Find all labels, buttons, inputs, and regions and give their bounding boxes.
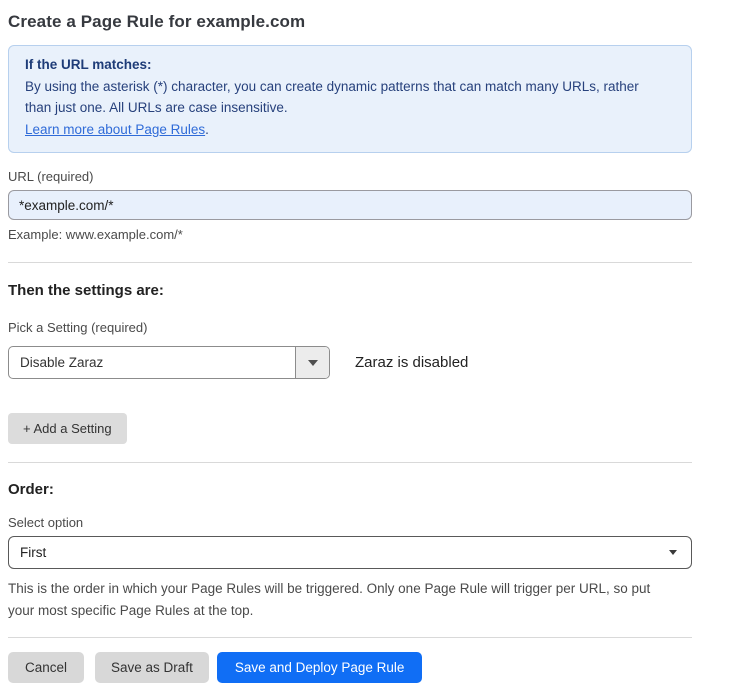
setting-select-arrow-button[interactable]: [295, 347, 329, 378]
cancel-button[interactable]: Cancel: [8, 652, 84, 683]
order-section-heading: Order:: [8, 481, 692, 498]
order-select-value: First: [20, 545, 46, 560]
info-box-link-line: Learn more about Page Rules.: [25, 119, 675, 140]
save-and-deploy-button[interactable]: Save and Deploy Page Rule: [217, 652, 423, 683]
setting-select-value: Disable Zaraz: [9, 347, 295, 378]
url-match-info-box: If the URL matches: By using the asteris…: [8, 45, 692, 153]
actions-row: Cancel Save as Draft Save and Deploy Pag…: [8, 652, 692, 683]
info-box-heading: If the URL matches:: [25, 57, 675, 72]
caret-down-icon: [308, 360, 318, 366]
url-example-helper: Example: www.example.com/*: [8, 227, 692, 242]
url-input[interactable]: [8, 190, 692, 220]
save-as-draft-button[interactable]: Save as Draft: [95, 652, 209, 683]
order-helper-text: This is the order in which your Page Rul…: [8, 578, 680, 622]
actions-divider: [8, 637, 692, 638]
url-field-label: URL (required): [8, 169, 692, 184]
section-divider: [8, 262, 692, 263]
order-select-label: Select option: [8, 515, 692, 530]
setting-row: Disable Zaraz Zaraz is disabled: [8, 346, 692, 379]
order-select[interactable]: First: [8, 536, 692, 569]
page-title: Create a Page Rule for example.com: [8, 12, 692, 32]
add-setting-button[interactable]: + Add a Setting: [8, 413, 127, 444]
section-divider: [8, 462, 692, 463]
settings-section-heading: Then the settings are:: [8, 282, 692, 299]
setting-select[interactable]: Disable Zaraz: [8, 346, 330, 379]
learn-more-link[interactable]: Learn more about Page Rules: [25, 122, 205, 137]
pick-setting-label: Pick a Setting (required): [8, 320, 692, 335]
info-box-body: By using the asterisk (*) character, you…: [25, 76, 665, 118]
setting-status-text: Zaraz is disabled: [355, 354, 468, 371]
caret-down-icon: [669, 550, 677, 555]
page-rule-form: Create a Page Rule for example.com If th…: [0, 0, 750, 670]
link-suffix: .: [205, 122, 209, 137]
